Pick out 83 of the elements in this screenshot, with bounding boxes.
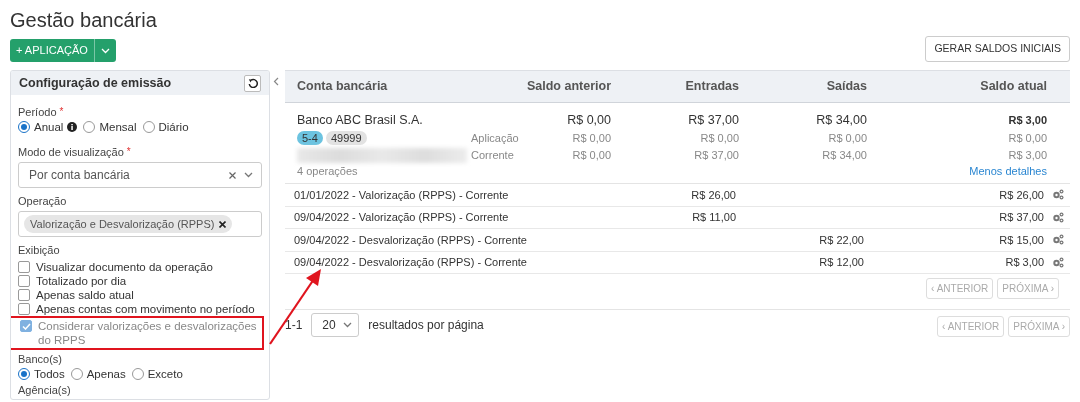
- reset-button[interactable]: [244, 74, 261, 92]
- account-badge: 5-4: [297, 131, 323, 145]
- select-field[interactable]: Por conta bancária: [18, 162, 262, 188]
- gears-icon[interactable]: [1052, 211, 1064, 223]
- operation-count: 4 operações: [297, 164, 359, 179]
- operation-description: 09/04/2022 - Desvalorização (RPPS) - Corrente: [294, 255, 528, 270]
- amount: R$ 37,00: [687, 112, 739, 128]
- column-header: Saldo atual: [979, 78, 1047, 96]
- reset-icon: [247, 78, 258, 88]
- amount: R$ 15,00: [998, 232, 1044, 248]
- add-button[interactable]: + APLICAÇÃO: [10, 39, 95, 62]
- field-label: Modo de visualização: [18, 146, 124, 158]
- amount: R$ 0,00: [699, 130, 739, 146]
- collapse-icon[interactable]: [273, 77, 279, 86]
- checkbox[interactable]: [18, 289, 30, 301]
- amount: R$ 22,00: [818, 232, 864, 248]
- account-badge: 49999: [325, 131, 367, 145]
- radio-label: Mensal: [99, 120, 137, 135]
- select-value: Por conta bancária: [29, 167, 130, 184]
- amount: R$ 11,00: [691, 210, 736, 225]
- chevron-down-icon: [244, 172, 253, 178]
- radio-label: Apenas: [86, 367, 126, 382]
- amount: R$ 0,00: [566, 112, 611, 128]
- radio-label: Exceto: [147, 367, 183, 382]
- checkbox-label: Totalizado por dia: [36, 274, 127, 288]
- multiselect-field[interactable]: Valorização e Desvalorização (RPPS): [18, 211, 262, 237]
- column-header: Saldo anterior: [525, 78, 611, 96]
- remove-icon[interactable]: [219, 220, 227, 228]
- per-page-label: resultados por página: [368, 317, 484, 334]
- amount: R$ 3,00: [1007, 113, 1047, 128]
- column-header: Conta bancária: [297, 78, 389, 96]
- amount: R$ 37,00: [998, 210, 1044, 225]
- checkbox-label: Visualizar documento da operação: [36, 260, 213, 274]
- details-link[interactable]: Menos detalhes: [867, 164, 1047, 179]
- generate-balances-button[interactable]: GERAR SALDOS INICIAIS: [925, 36, 1070, 62]
- radio-label: Diário: [158, 120, 189, 135]
- result-range: 1-1: [285, 317, 303, 334]
- gears-icon[interactable]: [1052, 234, 1064, 245]
- radio-label: Todos: [34, 367, 65, 382]
- chevron-down-icon: [343, 322, 353, 328]
- page-size-select[interactable]: 20: [311, 313, 360, 337]
- info-icon: [67, 122, 78, 132]
- breakdown-label: Corrente: [470, 148, 514, 163]
- amount: R$ 12,00: [818, 255, 864, 270]
- amount: R$ 0,00: [827, 130, 867, 146]
- page-title: Gestão bancária: [10, 8, 158, 33]
- required-mark: *: [59, 106, 64, 117]
- field-label: Banco(s): [18, 353, 63, 365]
- gears-icon[interactable]: [1052, 189, 1064, 200]
- radio-label: Anual: [34, 120, 64, 135]
- amount: R$ 37,00: [693, 148, 739, 163]
- column-header: Entradas: [684, 78, 739, 96]
- amount: R$ 0,00: [572, 130, 611, 146]
- bank-name: Banco ABC Brasil S.A.: [297, 112, 424, 128]
- field-label: Operação: [18, 195, 67, 207]
- clear-icon: [229, 171, 236, 179]
- gears-icon[interactable]: [1052, 256, 1064, 268]
- operation-description: 09/04/2022 - Valorização (RPPS) - Corrente: [294, 210, 510, 225]
- tag-label: Valorização e Desvalorização (RPPS): [30, 216, 215, 232]
- checkbox[interactable]: [18, 275, 30, 287]
- checkbox[interactable]: [18, 303, 30, 315]
- amount: R$ 3,00: [1004, 255, 1044, 270]
- chevron-down-icon: [100, 47, 110, 54]
- amount: R$ 26,00: [690, 187, 736, 203]
- breakdown-label: Aplicação: [470, 130, 519, 146]
- amount: R$ 26,00: [998, 187, 1044, 203]
- amount: R$ 34,00: [821, 148, 867, 163]
- operation-description: 01/01/2022 - Valorização (RPPS) - Corrente: [294, 187, 510, 203]
- amount: R$ 0,00: [572, 148, 611, 163]
- checkbox-label: Apenas saldo atual: [36, 288, 134, 302]
- column-header: Saídas: [825, 78, 867, 96]
- field-label: Agência(s): [18, 383, 72, 397]
- checkbox-label: Apenas contas com movimento no período: [36, 302, 255, 316]
- checkbox-label: Considerar valorizações e desvalorizações do RPPS: [38, 319, 258, 347]
- field-label: Exibição: [18, 244, 60, 256]
- panel-title: Configuração de emissão: [19, 74, 172, 92]
- operation-description: 09/04/2022 - Desvalorização (RPPS) - Corrente: [294, 232, 528, 248]
- field-label: Período: [18, 106, 57, 118]
- amount: R$ 3,00: [1007, 148, 1047, 163]
- amount: R$ 0,00: [1007, 130, 1047, 146]
- checkbox[interactable]: [18, 261, 30, 273]
- required-mark: *: [126, 146, 131, 157]
- amount: R$ 34,00: [815, 112, 867, 128]
